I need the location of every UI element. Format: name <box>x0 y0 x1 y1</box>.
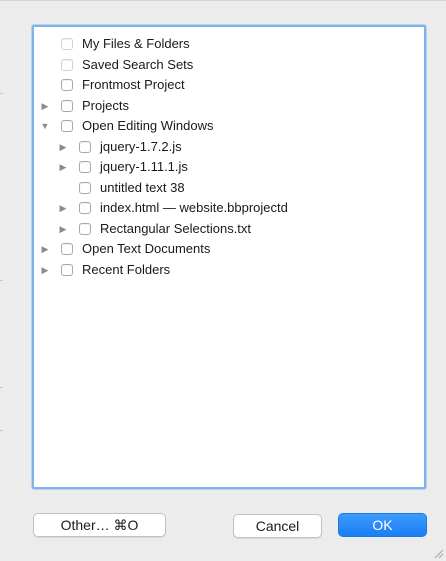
cancel-button[interactable]: Cancel <box>233 514 322 538</box>
checkbox[interactable] <box>61 99 73 112</box>
checkbox[interactable] <box>79 140 91 153</box>
disclosure-collapsed-icon[interactable]: ▶ <box>58 224 68 234</box>
tree-row[interactable]: ▶ Open Text Documents <box>34 239 424 259</box>
tree-row[interactable]: ▶ jquery-1.11.1.js <box>34 157 424 177</box>
edge-tick <box>0 280 3 281</box>
tree-row-label: Open Text Documents <box>82 241 211 256</box>
disclosure-collapsed-icon[interactable]: ▶ <box>58 162 68 172</box>
tree-row-label: Projects <box>82 97 129 113</box>
disclosure-collapsed-icon[interactable]: ▶ <box>58 142 68 152</box>
tree-row[interactable]: ▼ Open Editing Windows <box>34 116 424 136</box>
tree-row-label: untitled text 38 <box>100 179 185 195</box>
checkbox[interactable] <box>79 181 91 194</box>
sources-list[interactable]: My Files & Folders Saved Search Sets Front… <box>32 25 426 489</box>
checkbox[interactable] <box>61 243 73 255</box>
checkbox[interactable] <box>79 222 91 235</box>
tree-row-label: Frontmost Project <box>82 77 185 92</box>
tree-row[interactable]: My Files & Folders <box>34 34 424 54</box>
tree-row-label: jquery-1.7.2.js <box>100 138 182 154</box>
tree-row-label: My Files & Folders <box>82 36 190 51</box>
tree-row-label: Saved Search Sets <box>82 56 194 72</box>
edge-tick <box>0 387 3 388</box>
tree-row[interactable]: ▶ index.html — website.bbprojectd <box>34 198 424 218</box>
disclosure-collapsed-icon[interactable]: ▶ <box>40 101 50 111</box>
tree-row[interactable]: ▶ Projects <box>34 96 424 116</box>
disclosure-expanded-icon[interactable]: ▼ <box>40 121 50 131</box>
top-divider <box>0 0 446 1</box>
disclosure-collapsed-icon[interactable]: ▶ <box>58 203 68 213</box>
tree-row[interactable]: Frontmost Project <box>34 75 424 95</box>
tree-row[interactable]: Saved Search Sets <box>34 55 424 75</box>
tree-row[interactable]: ▶ Rectangular Selections.txt <box>34 219 424 239</box>
tree-row-label: Recent Folders <box>82 261 171 277</box>
disclosure-collapsed-icon[interactable]: ▶ <box>40 265 50 275</box>
ok-button[interactable]: OK <box>338 513 427 537</box>
checkbox[interactable] <box>61 38 73 50</box>
tree-row[interactable]: ▶ Recent Folders <box>34 260 424 280</box>
edge-tick <box>0 430 3 431</box>
checkbox[interactable] <box>61 79 73 91</box>
disclosure-collapsed-icon[interactable]: ▶ <box>40 244 50 254</box>
resize-grip-icon[interactable] <box>434 549 444 559</box>
checkbox[interactable] <box>79 161 91 173</box>
other-button[interactable]: Other… ⌘O <box>33 513 166 537</box>
tree-row[interactable]: untitled text 38 <box>34 178 424 198</box>
checkbox[interactable] <box>79 202 91 214</box>
checkbox[interactable] <box>61 120 73 132</box>
tree-row-label: jquery-1.11.1.js <box>100 159 188 174</box>
tree-row-label: Open Editing Windows <box>82 118 214 133</box>
tree-row-label: Rectangular Selections.txt <box>100 220 252 236</box>
tree-row[interactable]: ▶ jquery-1.7.2.js <box>34 137 424 157</box>
tree-row-label: index.html — website.bbprojectd <box>100 200 288 215</box>
search-sources-dialog: My Files & Folders Saved Search Sets Front… <box>0 0 446 561</box>
checkbox[interactable] <box>61 58 73 71</box>
edge-tick <box>0 93 3 94</box>
checkbox[interactable] <box>61 263 73 276</box>
